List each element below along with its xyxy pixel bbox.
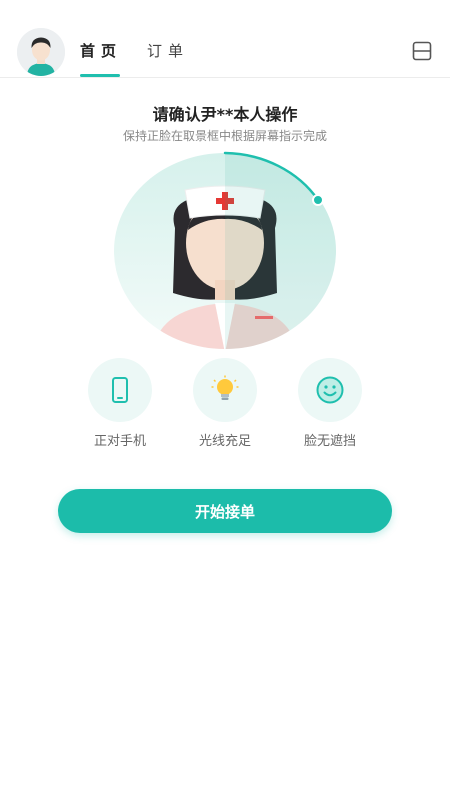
switch-layout-icon [412,41,432,61]
tip-good-lighting: 光线充足 [180,358,270,449]
start-accepting-orders-button[interactable]: 开始接单 [58,489,392,533]
verify-subtitle: 保持正脸在取景框中根据屏幕指示完成 [122,129,327,143]
tip-icon-circle [88,358,152,422]
user-avatar[interactable] [17,28,65,76]
tip-label: 光线充足 [198,434,251,449]
tab-orders[interactable]: 订单 [147,40,189,61]
verify-title: 请确认尹**本人操作 [152,105,298,124]
tab-home[interactable]: 首页 [80,40,122,61]
tip-label: 正对手机 [93,434,146,449]
top-nav-bar: 首页 订单 [0,0,450,78]
lightbulb-icon [211,375,239,400]
phone-icon [112,377,128,403]
tip-face-unobstructed: 脸无遮挡 [285,358,375,449]
tip-label: 脸无遮挡 [303,434,356,449]
nurse-face-scan-icon [114,151,336,349]
switch-layout-button[interactable] [411,40,433,62]
tip-icon-circle [193,358,257,422]
active-tab-indicator [80,74,120,77]
face-scan-frame [105,148,345,358]
user-avatar-icon [17,28,65,76]
smile-icon [316,376,344,404]
tip-icon-circle [298,358,362,422]
tip-face-phone: 正对手机 [75,358,165,449]
